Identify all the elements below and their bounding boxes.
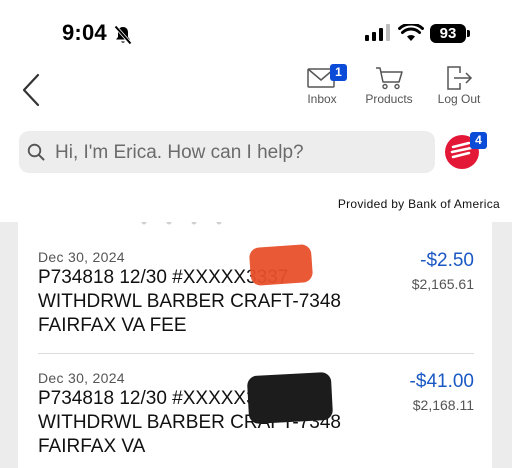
provided-by-text: Provided by Bank of America [337, 197, 500, 211]
running-balance: $2,168.11 [412, 397, 474, 413]
header: 9:04 93 Inbox 1 Products Log Out Hi, I'm… [0, 0, 512, 222]
redaction-mark-black [246, 371, 334, 425]
products-button[interactable]: Products [360, 66, 418, 106]
erica-search-input[interactable]: Hi, I'm Erica. How can I help? [19, 131, 435, 173]
search-icon [27, 143, 45, 161]
products-label: Products [365, 92, 413, 106]
inbox-badge: 1 [330, 64, 347, 81]
logout-button[interactable]: Log Out [432, 66, 486, 106]
cellular-signal-icon [365, 24, 390, 41]
transactions-card: Dec 30, 2024 P734818 12/30 #XXXXX3337 WI… [18, 222, 492, 468]
back-chevron-icon[interactable] [20, 72, 44, 108]
battery-level: 93 [430, 24, 466, 43]
transaction-amount: -$2.50 [420, 250, 474, 271]
logout-label: Log Out [437, 92, 481, 106]
cart-icon [376, 67, 403, 90]
transaction-amount: -$41.00 [409, 371, 474, 392]
status-time: 9:04 [62, 20, 107, 45]
running-balance: $2,165.61 [411, 276, 474, 292]
redaction-mark-orange [248, 243, 314, 287]
wifi-icon [398, 24, 424, 41]
card-top-dots [141, 222, 222, 225]
search-placeholder: Hi, I'm Erica. How can I help? [55, 142, 304, 163]
bell-slash-icon [114, 25, 132, 45]
logout-icon [447, 66, 473, 90]
transaction-description: P734818 12/30 #XXXXX3337 WITHDRWL BARBER… [38, 267, 341, 336]
row-divider [38, 353, 474, 354]
battery-tip [467, 30, 470, 37]
inbox-label: Inbox [307, 92, 337, 106]
erica-badge: 4 [470, 132, 487, 149]
